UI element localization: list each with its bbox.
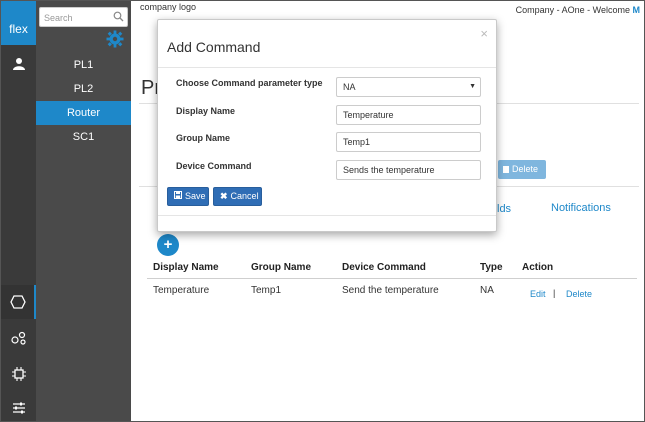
column-header-type: Type xyxy=(480,262,503,273)
action-separator: | xyxy=(553,288,556,298)
close-icon: ✖ xyxy=(220,191,228,201)
group-name-field[interactable]: Temp1 xyxy=(336,132,481,152)
param-type-label: Choose Command parameter type xyxy=(176,78,323,88)
modal-footer-divider xyxy=(158,215,496,216)
cell-type: NA xyxy=(480,285,494,296)
sidebar-item-pl1[interactable]: PL1 xyxy=(36,53,131,77)
add-command-modal: Add Command × Choose Command parameter t… xyxy=(157,19,497,232)
tab-fields[interactable]: lds xyxy=(497,203,511,215)
display-name-field[interactable]: Temperature xyxy=(336,105,481,125)
sliders-icon[interactable] xyxy=(1,391,36,422)
cell-group-name: Temp1 xyxy=(251,285,282,296)
search-box xyxy=(39,7,128,27)
delete-link[interactable]: Delete xyxy=(566,289,592,299)
icon-rail: flex xyxy=(1,1,36,421)
plus-icon: + xyxy=(163,236,173,253)
cell-device-command: Send the temperature xyxy=(342,285,439,296)
cancel-button[interactable]: ✖ Cancel xyxy=(213,187,262,206)
edit-link[interactable]: Edit xyxy=(530,289,546,299)
group-name-label: Group Name xyxy=(176,133,231,143)
sidebar-panel: PL1 PL2 Router SC1 xyxy=(36,1,131,421)
tab-notifications[interactable]: Notifications xyxy=(551,202,611,214)
close-icon[interactable]: × xyxy=(480,26,488,41)
welcome-text: Company - AOne - Welcome M xyxy=(516,5,640,15)
add-command-button[interactable]: + xyxy=(157,234,179,256)
save-button-label: Save xyxy=(185,191,206,201)
param-type-value: NA xyxy=(343,82,356,92)
table-header-divider xyxy=(147,278,637,279)
chip-icon[interactable] xyxy=(1,357,36,391)
cell-display-name: Temperature xyxy=(153,285,210,296)
display-name-label: Display Name xyxy=(176,106,236,116)
column-header-device-command: Device Command xyxy=(342,262,426,273)
chevron-down-icon: ▼ xyxy=(469,83,476,90)
modal-title: Add Command xyxy=(167,39,261,55)
search-icon[interactable] xyxy=(113,11,124,25)
column-header-action: Action xyxy=(522,262,554,273)
sidebar-item-router[interactable]: Router xyxy=(36,101,131,125)
delete-button[interactable]: Delete xyxy=(498,160,546,179)
welcome-user[interactable]: M xyxy=(633,5,641,15)
search-input[interactable] xyxy=(44,10,114,25)
cancel-button-label: Cancel xyxy=(230,191,259,201)
device-command-label: Device Command xyxy=(176,161,252,171)
save-button[interactable]: Save xyxy=(167,187,209,206)
app-logo[interactable]: flex xyxy=(1,1,36,45)
nodes-icon[interactable] xyxy=(1,321,36,355)
save-icon xyxy=(174,188,182,205)
modal-divider xyxy=(158,67,496,68)
device-command-field[interactable]: Sends the temperature xyxy=(336,160,481,180)
welcome-prefix: Company - AOne - Welcome xyxy=(515,5,630,15)
delete-button-label: Delete xyxy=(512,164,539,174)
user-icon[interactable] xyxy=(1,51,36,77)
company-logo: company logo xyxy=(140,2,197,12)
sidebar-item-pl2[interactable]: PL2 xyxy=(36,77,131,101)
column-header-display-name: Display Name xyxy=(153,262,219,273)
hexagon-icon[interactable] xyxy=(1,285,36,319)
column-header-group-name: Group Name xyxy=(251,262,312,273)
trash-icon xyxy=(503,166,509,173)
gear-icon[interactable] xyxy=(106,30,124,51)
sidebar-item-sc1[interactable]: SC1 xyxy=(36,125,131,149)
param-type-select[interactable]: NA ▼ xyxy=(336,77,481,97)
